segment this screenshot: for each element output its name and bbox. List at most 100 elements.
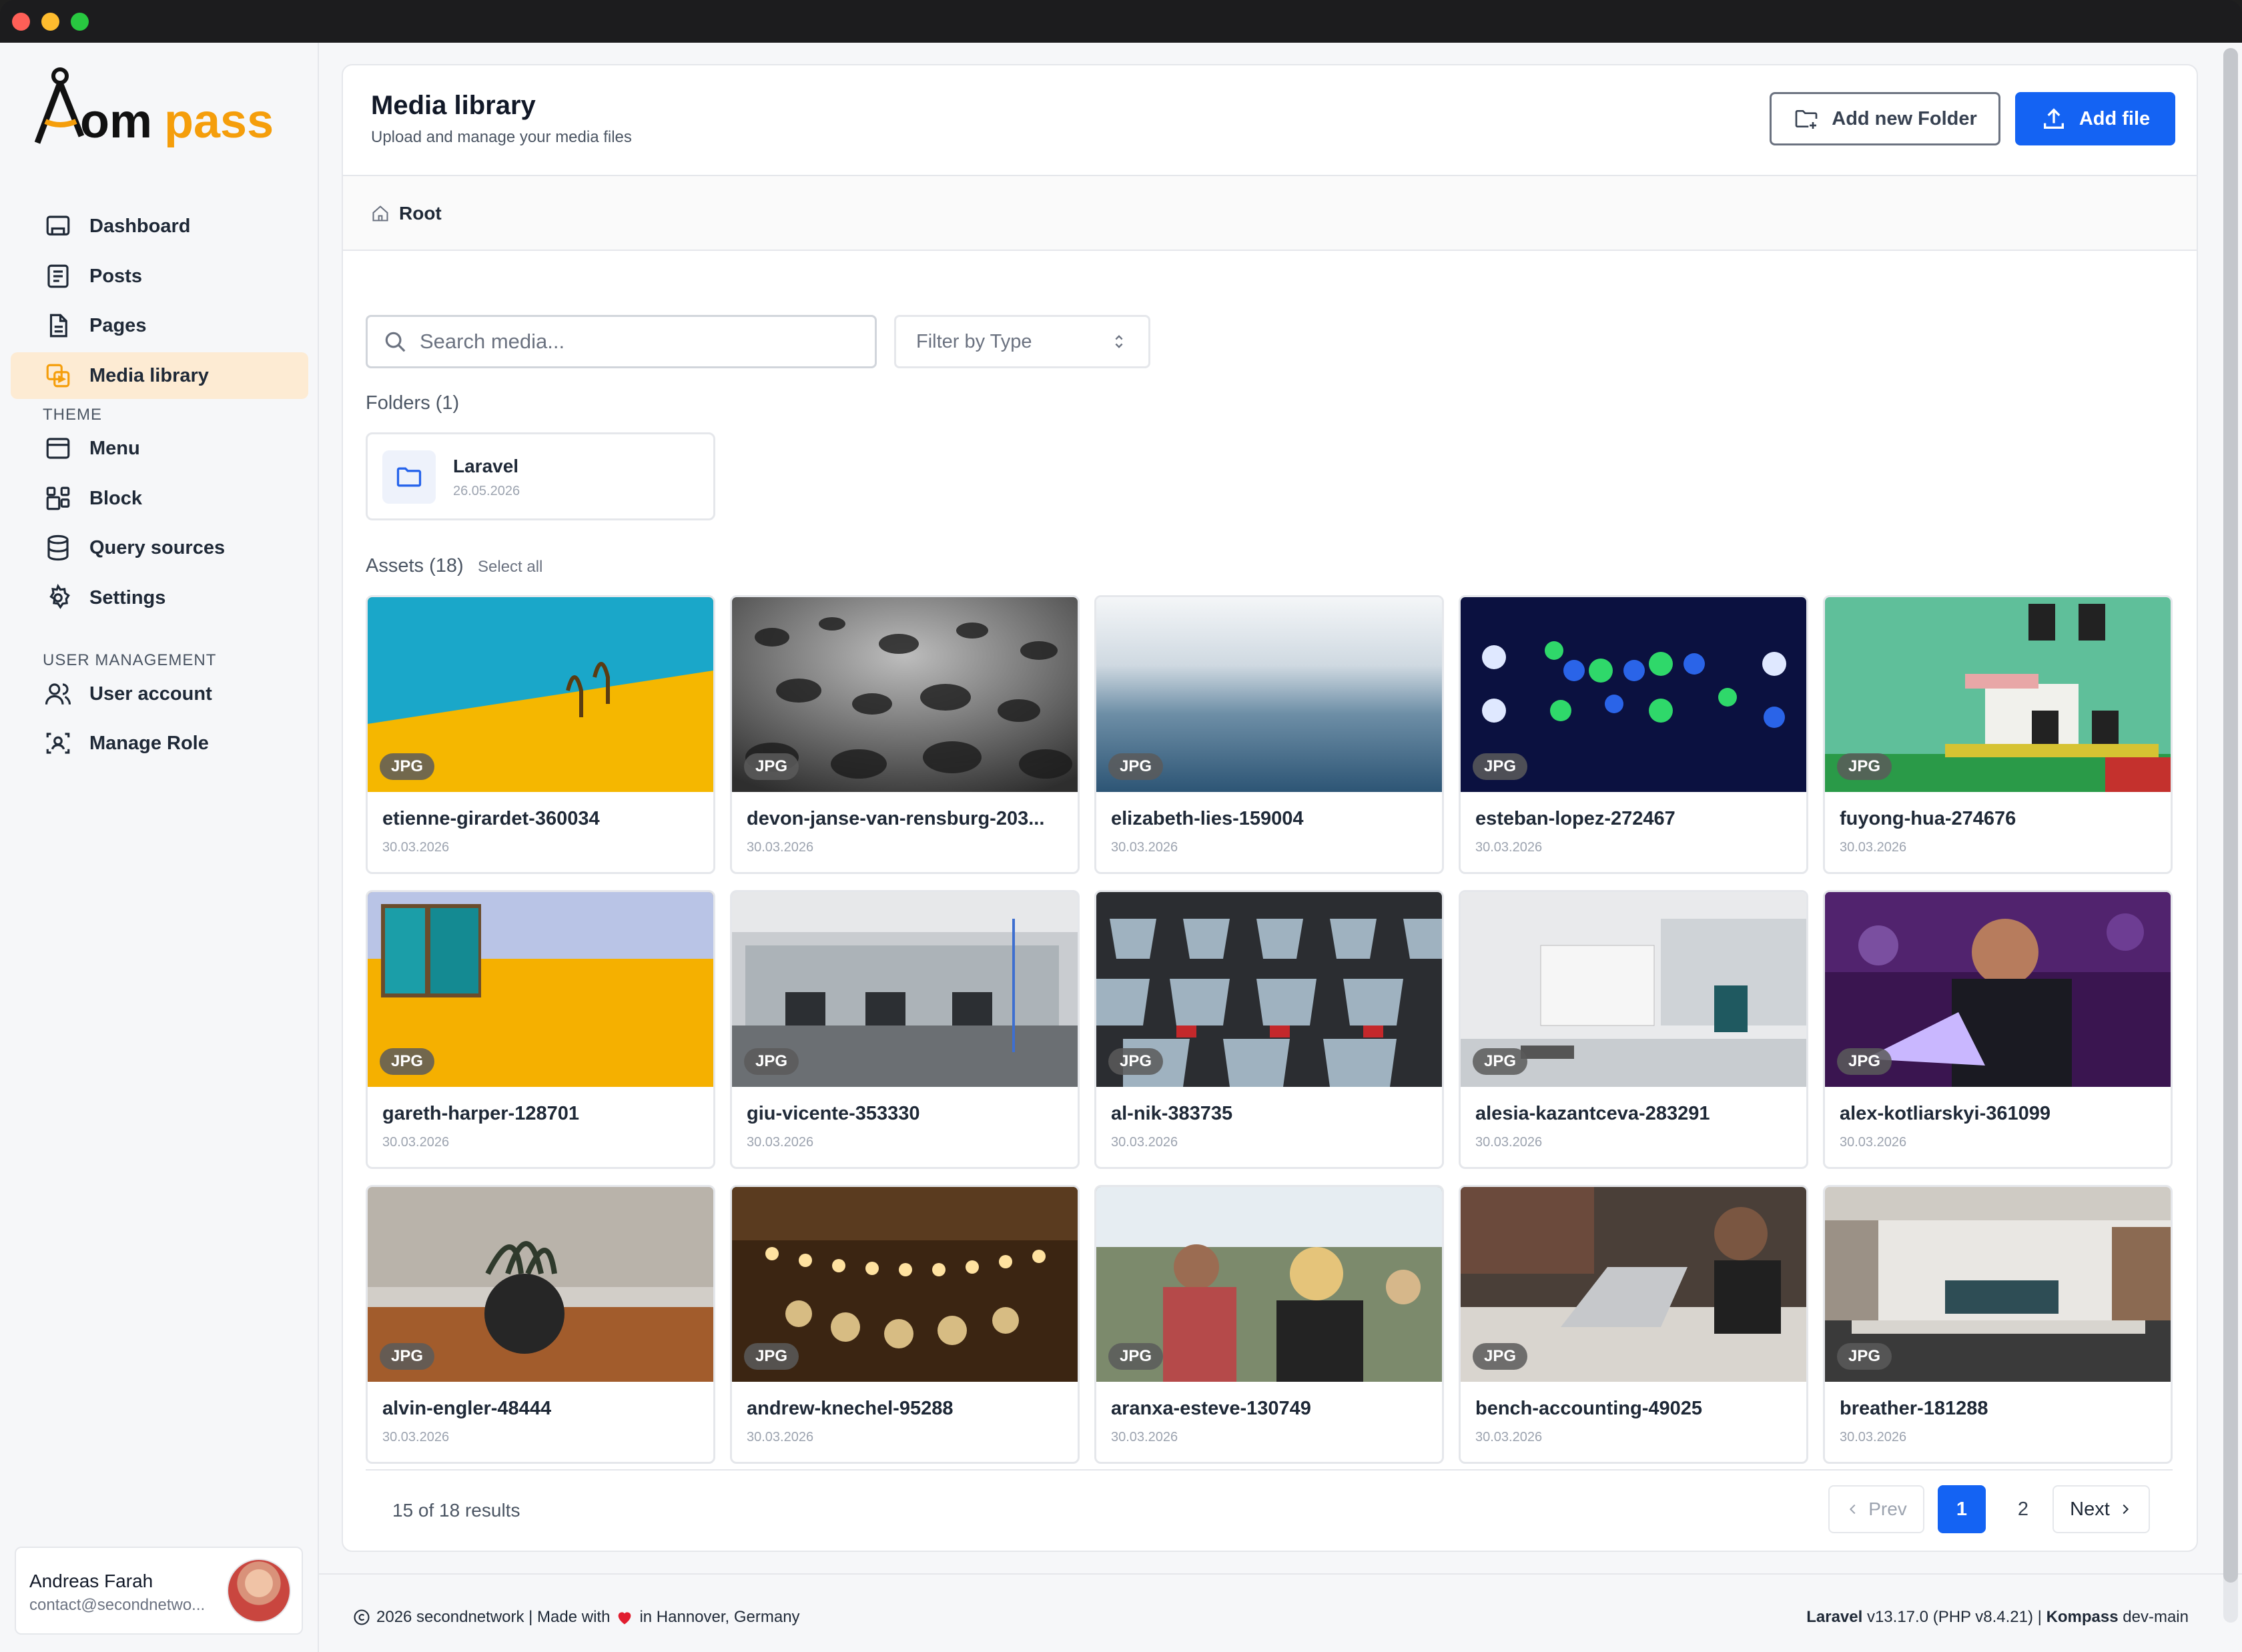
add-file-button[interactable]: Add file <box>2015 92 2175 145</box>
sidebar-item-settings[interactable]: Settings <box>11 574 308 621</box>
add-new-folder-button[interactable]: Add new Folder <box>1770 92 2000 145</box>
framework-version: v13.17.0 (PHP v8.4.21) | <box>1866 1608 2042 1626</box>
asset-date: 30.03.2026 <box>747 840 814 855</box>
file-type-badge: JPG <box>1108 1048 1163 1075</box>
file-type-badge: JPG <box>1108 1343 1163 1370</box>
asset-name: aranxa-esteve-130749 <box>1111 1398 1311 1419</box>
asset-name: etienne-girardet-360034 <box>382 808 600 829</box>
asset-name: alex-kotliarskyi-361099 <box>1840 1103 2050 1124</box>
asset-card[interactable]: JPG alex-kotliarskyi-361099 30.03.2026 <box>1823 890 2173 1169</box>
gear-icon <box>49 584 70 609</box>
file-type-badge: JPG <box>380 1048 434 1075</box>
sidebar-item-label: Menu <box>89 437 140 459</box>
sidebar-item-manage-role[interactable]: Manage Role <box>11 720 308 767</box>
asset-date: 30.03.2026 <box>1840 1430 1907 1444</box>
page-title: Media library <box>371 91 536 120</box>
asset-name: fuyong-hua-274676 <box>1840 808 2016 829</box>
chevron-right-icon <box>2123 1504 2129 1515</box>
sidebar-item-label: Dashboard <box>89 215 191 237</box>
folder-date: 26.05.2026 <box>453 484 520 498</box>
filter-by-type-select[interactable]: Filter by Type <box>894 315 1150 368</box>
sidebar-item-posts[interactable]: Posts <box>11 253 308 300</box>
sidebar-item-pages[interactable]: Pages <box>11 302 308 349</box>
asset-card[interactable]: JPG aranxa-esteve-130749 30.03.2026 <box>1094 1185 1444 1464</box>
sidebar-item-user-account[interactable]: User account <box>11 671 308 717</box>
chevron-up-down-icon <box>1115 335 1123 348</box>
home-icon <box>372 205 388 222</box>
asset-date: 30.03.2026 <box>1475 1430 1543 1444</box>
asset-card[interactable]: JPG bench-accounting-49025 30.03.2026 <box>1459 1185 1808 1464</box>
asset-card[interactable]: JPG alvin-engler-48444 30.03.2026 <box>366 1185 715 1464</box>
breadcrumb-root[interactable]: Root <box>371 203 442 224</box>
footer-location: in Hannover, Germany <box>639 1608 800 1626</box>
file-type-badge: JPG <box>380 753 434 780</box>
search-input[interactable] <box>420 330 820 354</box>
minimize-window-button[interactable] <box>41 13 59 31</box>
asset-name: gareth-harper-128701 <box>382 1103 579 1124</box>
folder-card[interactable]: Laravel 26.05.2026 <box>366 432 715 520</box>
asset-date: 30.03.2026 <box>1475 840 1543 855</box>
results-count: 15 of 18 results <box>392 1500 520 1521</box>
product-version: dev-main <box>2123 1608 2189 1626</box>
framework-name: Laravel <box>1806 1608 1863 1626</box>
asset-card[interactable]: JPG esteban-lopez-272467 30.03.2026 <box>1459 595 1808 874</box>
next-page-button[interactable]: Next <box>2052 1485 2150 1533</box>
product-name: Kompass <box>2046 1608 2119 1626</box>
sidebar-item-menu[interactable]: Menu <box>11 425 308 472</box>
prev-page-button[interactable]: Prev <box>1828 1485 1924 1533</box>
asset-card[interactable]: JPG elizabeth-lies-159004 30.03.2026 <box>1094 595 1444 874</box>
nav-section-user-management: USER MANAGEMENT <box>43 651 217 669</box>
sidebar-item-dashboard[interactable]: Dashboard <box>11 203 308 250</box>
folder-name: Laravel <box>453 456 519 476</box>
user-name: Andreas Farah <box>29 1571 153 1591</box>
sidebar: om pass Dashboard Posts Pages Media libr… <box>0 43 319 1652</box>
asset-name: devon-janse-van-rensburg-203... <box>747 808 1045 829</box>
folder-plus-icon <box>1795 110 1818 129</box>
asset-card[interactable]: JPG alesia-kazantceva-283291 30.03.2026 <box>1459 890 1808 1169</box>
file-type-badge: JPG <box>1837 1048 1892 1075</box>
svg-text:pass: pass <box>164 95 274 148</box>
asset-card[interactable]: JPG fuyong-hua-274676 30.03.2026 <box>1823 595 2173 874</box>
asset-name: andrew-knechel-95288 <box>747 1398 954 1419</box>
asset-card[interactable]: JPG etienne-girardet-360034 30.03.2026 <box>366 595 715 874</box>
user-profile-card[interactable]: Andreas Farah contact@secondnetwo... <box>15 1547 303 1635</box>
close-window-button[interactable] <box>12 13 30 31</box>
sidebar-item-media-library[interactable]: Media library <box>11 352 308 399</box>
search-field[interactable] <box>366 315 877 368</box>
asset-name: elizabeth-lies-159004 <box>1111 808 1304 829</box>
asset-date: 30.03.2026 <box>1111 840 1178 855</box>
folder-icon-wrapper <box>382 450 436 504</box>
asset-card[interactable]: JPG andrew-knechel-95288 30.03.2026 <box>730 1185 1080 1464</box>
kompass-logo[interactable]: om pass <box>33 63 287 149</box>
sidebar-item-label: Posts <box>89 265 142 287</box>
asset-card[interactable]: JPG giu-vicente-353330 30.03.2026 <box>730 890 1080 1169</box>
asset-name: breather-181288 <box>1840 1398 1988 1419</box>
asset-name: giu-vicente-353330 <box>747 1103 920 1124</box>
scrollbar-thumb[interactable] <box>2223 48 2238 1583</box>
filter-label: Filter by Type <box>916 330 1032 352</box>
avatar[interactable] <box>227 1559 291 1623</box>
file-type-badge: JPG <box>1837 753 1892 780</box>
zoom-window-button[interactable] <box>71 13 89 31</box>
asset-card[interactable]: JPG al-nik-383735 30.03.2026 <box>1094 890 1444 1169</box>
chevron-left-icon <box>1850 1504 1856 1515</box>
divider <box>366 1469 2173 1471</box>
sidebar-item-label: Pages <box>89 314 147 336</box>
asset-name: esteban-lopez-272467 <box>1475 808 1675 829</box>
sidebar-item-block[interactable]: Block <box>11 475 308 522</box>
media-library-panel: Media library Upload and manage your med… <box>342 64 2198 1552</box>
role-icon <box>46 733 70 754</box>
add-file-label: Add file <box>2079 107 2151 129</box>
users-icon <box>45 683 71 705</box>
media-icon <box>46 364 70 388</box>
asset-card[interactable]: JPG devon-janse-van-rensburg-203... 30.0… <box>730 595 1080 874</box>
upload-icon <box>2043 108 2064 129</box>
page-2-button[interactable]: 2 <box>1999 1485 2047 1533</box>
asset-card[interactable]: JPG gareth-harper-128701 30.03.2026 <box>366 890 715 1169</box>
select-all-link[interactable]: Select all <box>478 558 542 576</box>
asset-card[interactable]: JPG breather-181288 30.03.2026 <box>1823 1185 2173 1464</box>
sidebar-item-query-sources[interactable]: Query sources <box>11 524 308 571</box>
asset-name: al-nik-383735 <box>1111 1103 1233 1124</box>
page-1-button[interactable]: 1 <box>1938 1485 1986 1533</box>
asset-date: 30.03.2026 <box>382 1430 450 1444</box>
